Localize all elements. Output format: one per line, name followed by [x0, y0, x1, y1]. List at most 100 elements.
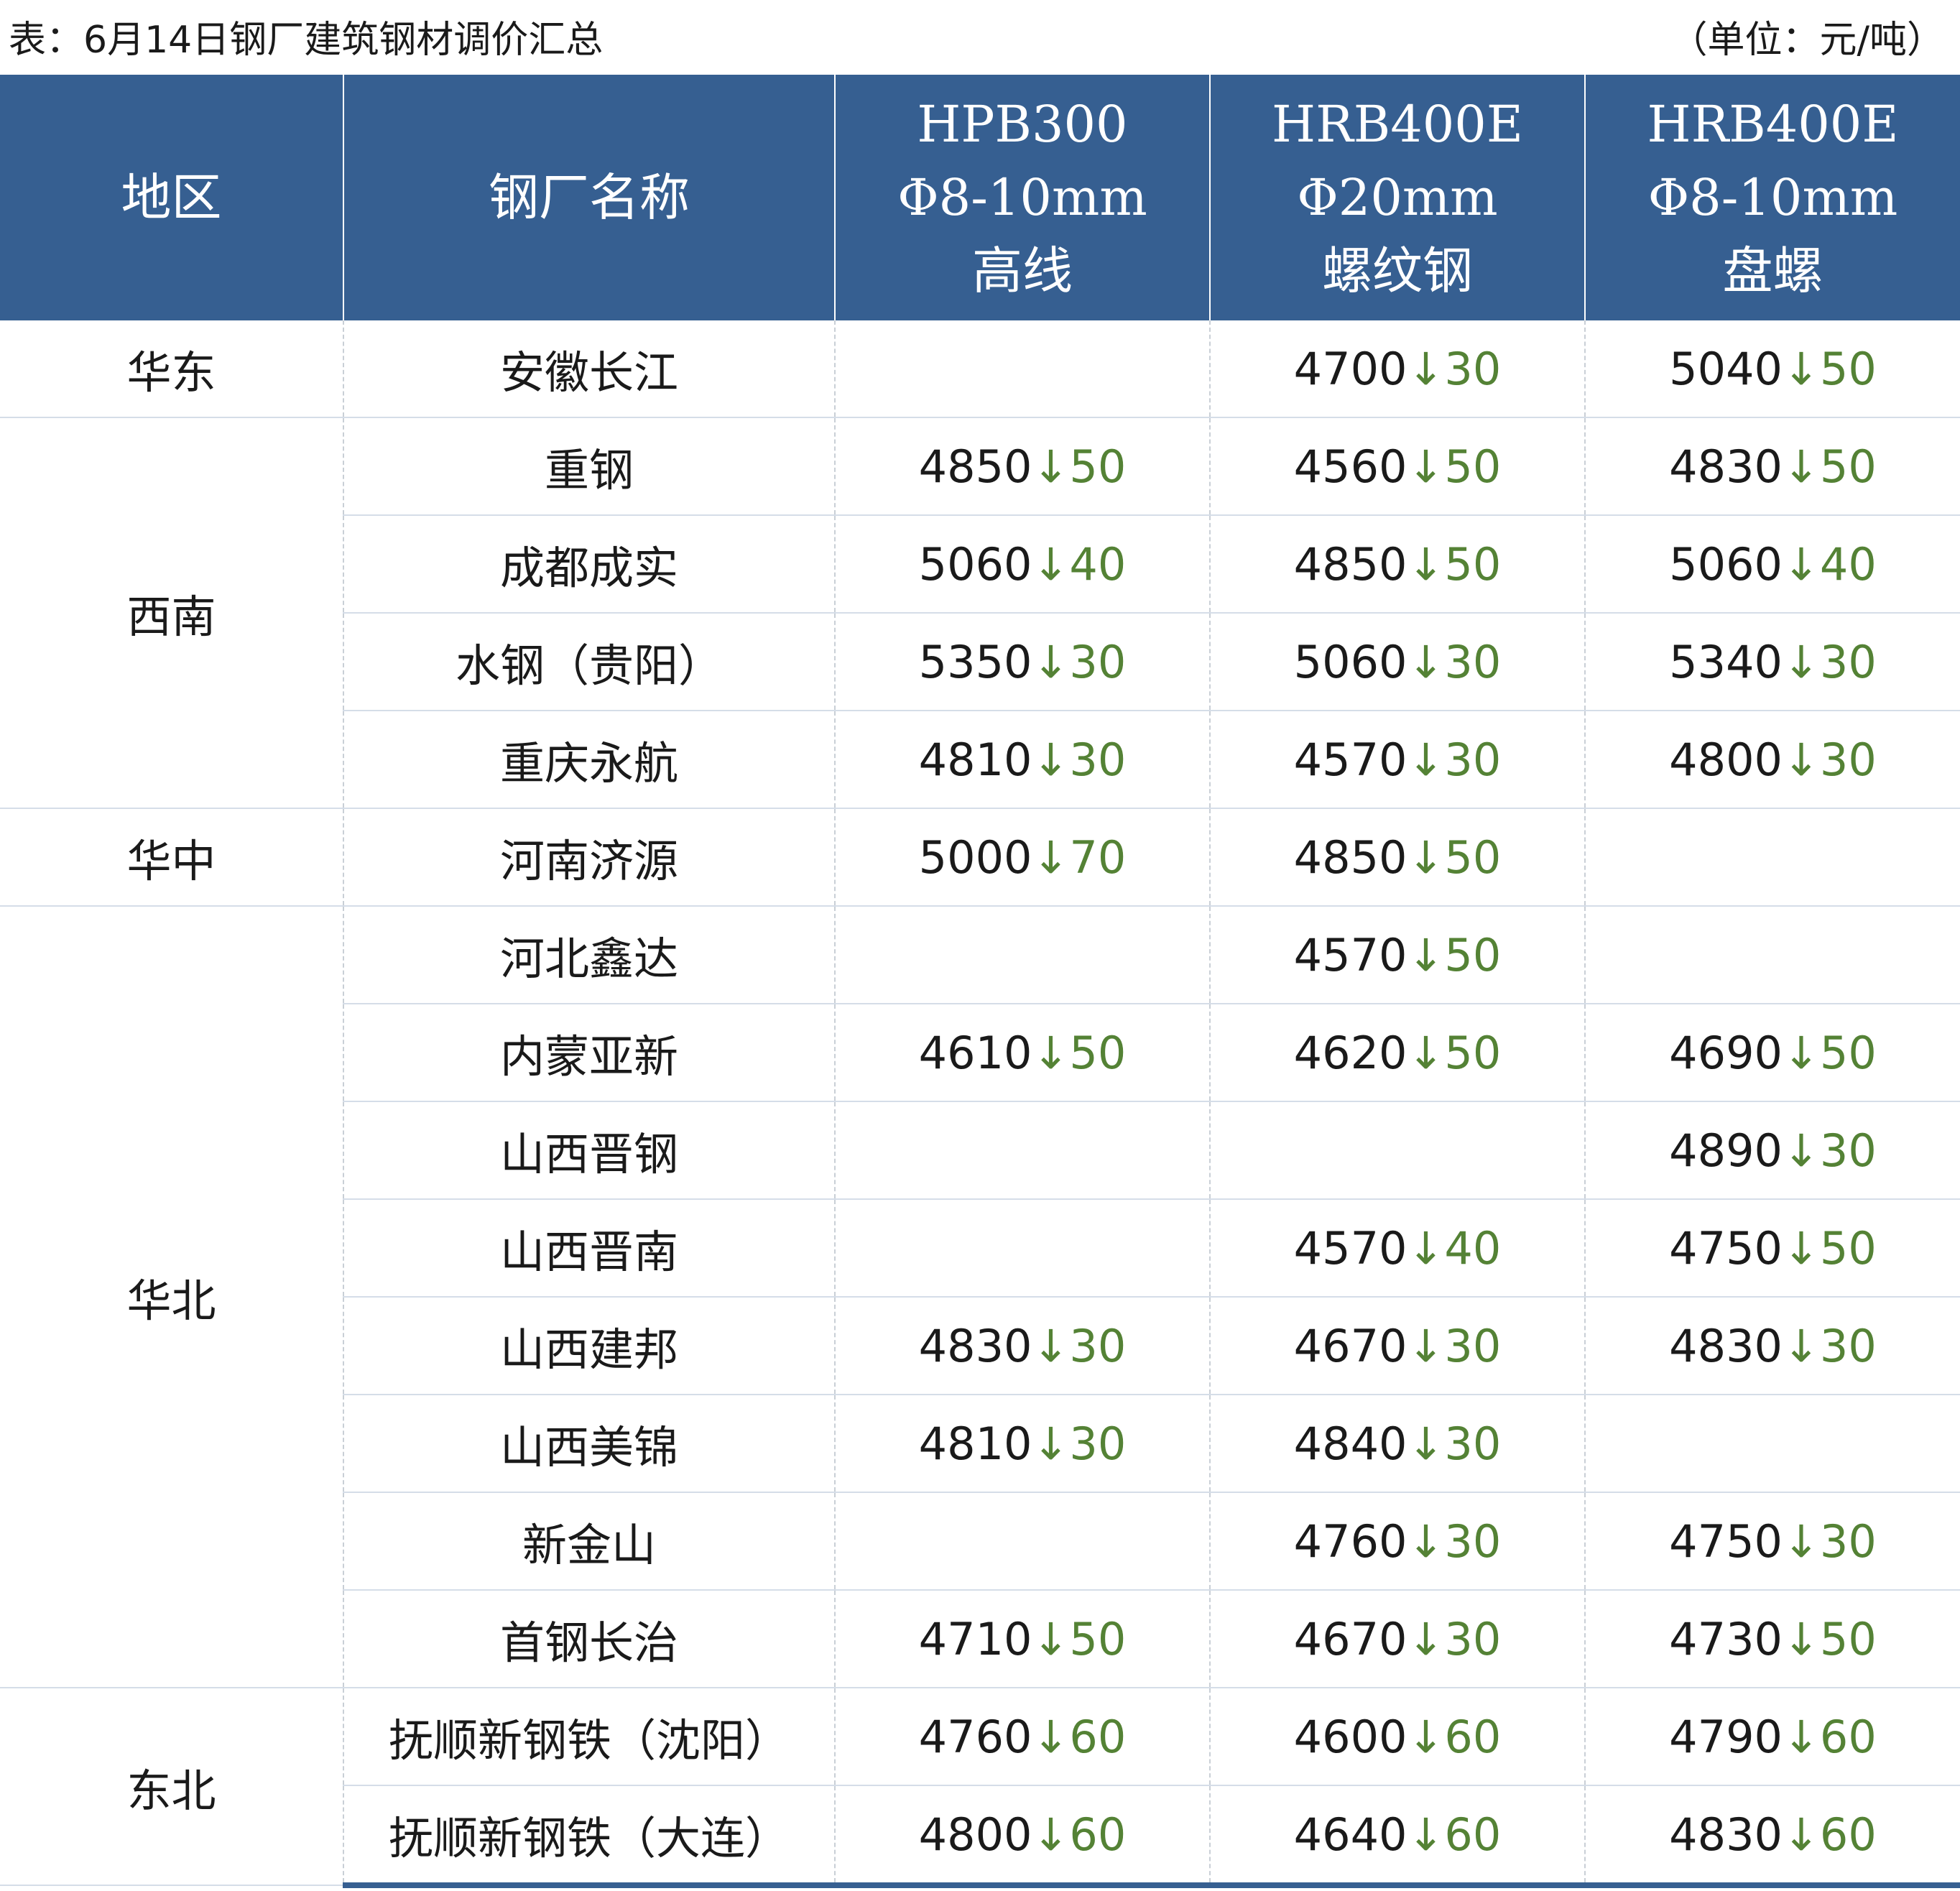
arrow-down-icon: ↓ [1782, 733, 1820, 786]
arrow-down-icon: ↓ [1407, 1319, 1445, 1372]
mill-name-cell: 山西美锦 [343, 1395, 835, 1493]
price-cell-p2: 4840↓30 [1209, 1395, 1585, 1493]
arrow-down-icon: ↓ [1032, 831, 1070, 884]
header-region: 地区 [0, 75, 343, 320]
price-decrease: 50 [1819, 440, 1877, 493]
price-change: 4830↓50 [1669, 440, 1877, 493]
mill-name-cell: 山西建邦 [343, 1297, 835, 1395]
price-value: 4800 [1669, 733, 1783, 786]
price-cell-p3 [1584, 1395, 1960, 1493]
price-cell-p1: 5060↓40 [834, 515, 1210, 614]
arrow-down-icon: ↓ [1782, 1710, 1820, 1763]
price-change: 4670↓30 [1294, 1613, 1502, 1665]
mill-name-cell: 抚顺新钢铁（沈阳） [343, 1688, 835, 1786]
price-cell-p3: 4750↓50 [1584, 1199, 1960, 1298]
price-value: 5060 [918, 537, 1032, 591]
price-cell-p2: 4850↓50 [1209, 808, 1585, 907]
price-change: 5340↓30 [1669, 636, 1877, 688]
price-change: 4850↓50 [919, 440, 1127, 493]
price-cell-p2: 4560↓50 [1209, 417, 1585, 516]
price-value: 4830 [918, 1319, 1032, 1372]
price-cell-p1: 5000↓70 [834, 808, 1210, 907]
price-value: 4570 [1293, 1221, 1407, 1275]
price-cell-p1 [834, 1101, 1210, 1200]
price-value: 5040 [1669, 342, 1783, 395]
price-value: 5350 [918, 635, 1032, 688]
price-decrease: 40 [1444, 1221, 1502, 1275]
title-bar: 表：6月14日钢厂建筑钢材调价汇总 （单位：元/吨） [0, 0, 1960, 75]
region-cell: 西南 [0, 417, 343, 809]
arrow-down-icon: ↓ [1782, 1026, 1820, 1079]
arrow-down-icon: ↓ [1407, 928, 1445, 981]
price-change: 4890↓30 [1669, 1124, 1877, 1177]
arrow-down-icon: ↓ [1407, 1515, 1445, 1568]
mill-name-cell: 山西晋南 [343, 1199, 835, 1298]
price-value: 4600 [1293, 1710, 1407, 1763]
mill-name-cell: 山西晋钢 [343, 1101, 835, 1200]
price-decrease: 60 [1444, 1808, 1502, 1861]
price-cell-p3 [1584, 808, 1960, 907]
price-change: 4830↓30 [919, 1320, 1127, 1372]
arrow-down-icon: ↓ [1782, 1319, 1820, 1372]
price-cell-p2: 4700↓30 [1209, 320, 1585, 418]
price-decrease: 30 [1819, 1319, 1877, 1372]
price-value: 4670 [1293, 1612, 1407, 1665]
price-cell-p1: 4710↓50 [834, 1590, 1210, 1688]
arrow-down-icon: ↓ [1782, 537, 1820, 591]
price-cell-p1: 4830↓30 [834, 1297, 1210, 1395]
arrow-down-icon: ↓ [1782, 440, 1820, 493]
price-change: 4790↓60 [1669, 1711, 1877, 1763]
price-value: 4850 [1293, 537, 1407, 591]
mill-name-cell: 内蒙亚新 [343, 1004, 835, 1102]
price-decrease: 50 [1444, 831, 1502, 884]
table-row: 华北 河北鑫达 4570↓50 [0, 906, 1960, 1688]
price-value: 4830 [1669, 440, 1783, 493]
arrow-down-icon: ↓ [1407, 1612, 1445, 1665]
price-change: 4810↓30 [919, 1418, 1127, 1470]
price-decrease: 30 [1444, 635, 1502, 688]
arrow-down-icon: ↓ [1407, 1417, 1445, 1470]
price-change: 4670↓30 [1294, 1320, 1502, 1372]
price-decrease: 60 [1819, 1710, 1877, 1763]
arrow-down-icon: ↓ [1782, 1612, 1820, 1665]
price-value: 4750 [1669, 1221, 1783, 1275]
header-hpb300: HPB300 Φ8-10mm 高线 [834, 75, 1210, 320]
price-change: 4570↓40 [1294, 1222, 1502, 1275]
arrow-down-icon: ↓ [1407, 635, 1445, 688]
arrow-down-icon: ↓ [1032, 733, 1070, 786]
price-change: 4710↓50 [919, 1613, 1127, 1665]
header-rebar-grade: HRB400E [1272, 95, 1523, 154]
price-value: 4750 [1669, 1515, 1783, 1568]
price-change: 4570↓30 [1294, 734, 1502, 786]
mill-name-cell: 首钢长治 [343, 1590, 835, 1688]
price-cell-p1 [834, 1492, 1210, 1591]
price-change: 5060↓40 [1669, 538, 1877, 591]
header-hpb300-grade: HPB300 [917, 95, 1128, 154]
price-change: 4830↓30 [1669, 1320, 1877, 1372]
mill-name-cell: 安徽长江 [343, 320, 835, 418]
mill-name-cell: 水钢（贵阳） [343, 613, 835, 711]
price-decrease: 30 [1069, 733, 1127, 786]
price-change: 4620↓50 [1294, 1027, 1502, 1079]
header-row: 地区 钢厂名称 HPB300 Φ8-10mm 高线 HRB400E Φ20mm … [0, 75, 1960, 320]
price-change: 4730↓50 [1669, 1613, 1877, 1665]
arrow-down-icon: ↓ [1407, 1710, 1445, 1763]
price-change: 5040↓50 [1669, 343, 1877, 395]
price-value: 4700 [1293, 342, 1407, 395]
price-cell-p2: 4670↓30 [1209, 1297, 1585, 1395]
price-value: 4730 [1669, 1612, 1783, 1665]
price-change: 4850↓50 [1294, 831, 1502, 884]
table-caption: 表：6月14日钢厂建筑钢材调价汇总 [9, 19, 604, 62]
mill-name-cell: 成都成实 [343, 515, 835, 614]
price-value: 4570 [1293, 928, 1407, 981]
price-change: 4600↓60 [1294, 1711, 1502, 1763]
price-value: 4760 [918, 1710, 1032, 1763]
price-decrease: 30 [1069, 635, 1127, 688]
price-value: 4850 [1293, 831, 1407, 884]
price-decrease: 70 [1069, 831, 1127, 884]
price-value: 4890 [1669, 1124, 1783, 1177]
price-decrease: 50 [1444, 537, 1502, 591]
price-change: 4610↓50 [919, 1027, 1127, 1079]
price-change: 4700↓30 [1294, 343, 1502, 395]
price-value: 4620 [1293, 1026, 1407, 1079]
